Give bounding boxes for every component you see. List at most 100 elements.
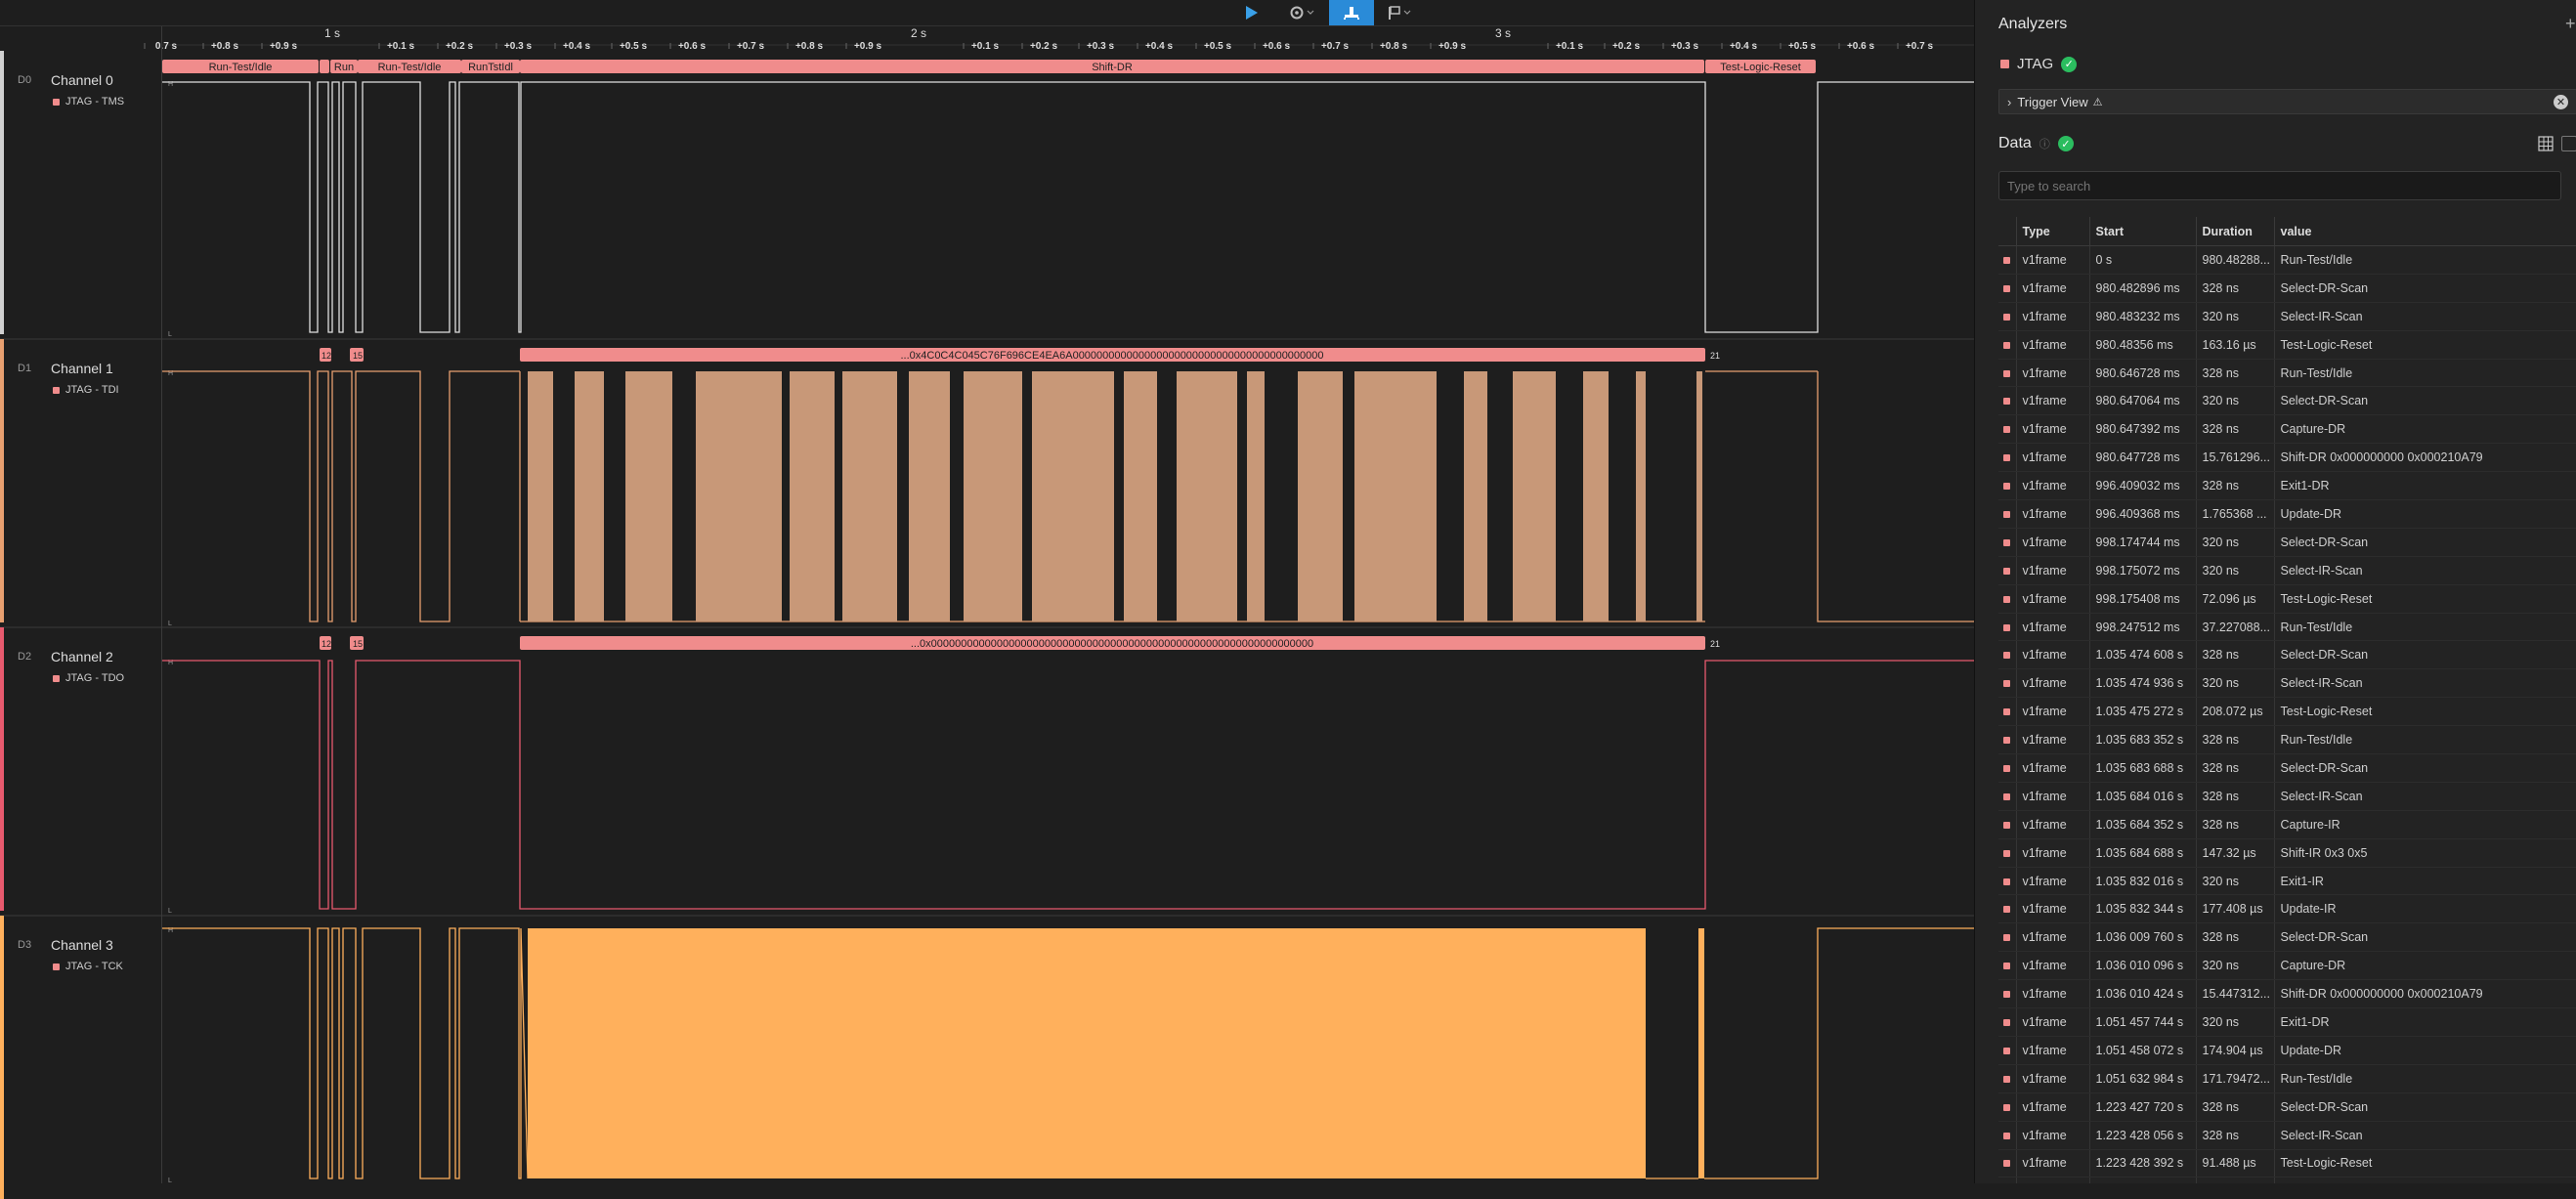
channel-name[interactable]: Channel 2 [51, 649, 113, 664]
table-row[interactable]: v1frame 1.036 010 424 s 15.447312... Shift-… [1998, 979, 2576, 1009]
waveform-view[interactable]: 1 s 2 s 3 s 0.7 s +0.8 s +0.9 s +0.1 s +0.2 s +0… [0, 0, 1974, 1199]
table-row[interactable]: v1frame 1.035 683 352 s 328 ns Run-Test/Idl… [1998, 725, 2576, 755]
table-row[interactable]: v1frame 1.035 683 688 s 328 ns Select-DR-Sc… [1998, 753, 2576, 783]
tdo_annotation-end-label: 21 [1710, 639, 1720, 649]
table-cell: 1.035 832 344 s [2089, 894, 2197, 924]
column-header[interactable]: Duration [2196, 217, 2275, 246]
channel-color-bar [0, 339, 4, 622]
table-cell: Run-Test/Idle [2274, 1064, 2576, 1093]
table-row[interactable]: v1frame 1.051 457 744 s 320 ns Exit1-DR [1998, 1007, 2576, 1037]
table-cell: Run-Test/Idle [2274, 613, 2576, 642]
table-row[interactable]: v1frame 980.647064 ms 320 ns Select-DR-Scan [1998, 386, 2576, 416]
tdo_annotation-small-label: 15 [353, 639, 363, 649]
analyzer-item-jtag[interactable]: JTAG ✓ [2000, 56, 2078, 72]
row-marker [1998, 1036, 2017, 1065]
table-row[interactable]: v1frame 1.035 684 016 s 328 ns Select-IR-Sc… [1998, 782, 2576, 811]
table-cell: 171.79472... [2196, 1064, 2275, 1093]
table-row[interactable]: v1frame 998.175072 ms 320 ns Select-IR-Scan [1998, 556, 2576, 585]
marker-button[interactable] [1380, 0, 1419, 25]
table-icon[interactable] [2538, 136, 2554, 151]
table-row[interactable]: v1frame 1.035 832 016 s 320 ns Exit1-IR [1998, 867, 2576, 896]
table-cell: 980.483232 ms [2089, 302, 2197, 331]
trigger-view-bar[interactable]: › Trigger View ⚠ ✕ [1998, 89, 2576, 114]
table-row[interactable]: v1frame 1.035 832 344 s 177.408 µs Update-I… [1998, 894, 2576, 924]
capture-mode-button[interactable] [1329, 0, 1374, 25]
label-column-divider [161, 25, 162, 1183]
table-row[interactable]: v1frame 998.175408 ms 72.096 µs Test-Logic-… [1998, 584, 2576, 614]
table-cell: 328 ns [2196, 753, 2275, 783]
warning-icon: ⚠ [2092, 96, 2103, 108]
table-row[interactable]: v1frame 980.647392 ms 328 ns Capture-DR [1998, 414, 2576, 445]
add-analyzer-button[interactable]: + [2565, 14, 2576, 34]
flag-icon [1389, 6, 1411, 20]
search-input[interactable] [1998, 171, 2561, 200]
table-row[interactable]: v1frame 1.036 010 096 s 320 ns Capture-DR [1998, 951, 2576, 981]
row-marker [1998, 613, 2017, 642]
table-cell: v1frame [2016, 838, 2090, 868]
row-marker [1998, 528, 2017, 557]
column-header[interactable]: value [2274, 217, 2576, 246]
table-cell: v1frame [2016, 386, 2090, 416]
table-cell: v1frame [2016, 867, 2090, 896]
analyzer-label-text: JTAG - TDO [65, 672, 125, 684]
table-row[interactable]: v1frame 0 s 980.48288... Run-Test/Idle [1998, 245, 2576, 275]
table-row[interactable]: v1frame 1.051 632 984 s 171.79472... Run-Te… [1998, 1064, 2576, 1093]
channel-name[interactable]: Channel 3 [51, 937, 113, 953]
table-row[interactable]: v1frame1.223 519 888 s100.39102...Run-Te… [1998, 1177, 2576, 1183]
ruler-minor-label: +0.6 s [1263, 41, 1291, 52]
terminal-icon[interactable] [2561, 136, 2576, 151]
analyzer-color-swatch [2000, 60, 2009, 68]
column-header[interactable]: Start [2089, 217, 2197, 246]
channel-name[interactable]: Channel 1 [51, 361, 113, 376]
table-cell: 72.096 µs [2196, 584, 2275, 614]
column-header[interactable]: Type [2016, 217, 2090, 246]
table-row[interactable]: v1frame 1.036 009 760 s 328 ns Select-DR-Sc… [1998, 922, 2576, 953]
level-low-label: L [168, 1178, 172, 1183]
tdi-data-burst [1354, 371, 1437, 621]
channel-name[interactable]: Channel 0 [51, 72, 113, 88]
ruler-minor-label: +0.2 s [1612, 41, 1641, 52]
table-cell: 1.223 428 392 s [2089, 1149, 2197, 1178]
table-cell: v1frame [2016, 1092, 2090, 1122]
table-row[interactable]: v1frame 980.646728 ms 328 ns Run-Test/Idle [1998, 359, 2576, 388]
row-marker [1998, 471, 2017, 501]
table-cell: Select-DR-Scan [2274, 640, 2576, 670]
table-cell: 980.48356 ms [2089, 330, 2197, 360]
ruler-minor-label: +0.2 s [446, 41, 474, 52]
table-row[interactable]: v1frame 1.223 428 056 s 328 ns Select-IR-Sc… [1998, 1121, 2576, 1150]
table-row[interactable]: v1frame 980.48356 ms 163.16 µs Test-Logic-R… [1998, 330, 2576, 360]
device-settings-button[interactable] [1282, 0, 1321, 25]
table-row[interactable]: v1frame 996.409032 ms 328 ns Exit1-DR [1998, 471, 2576, 501]
table-row[interactable]: v1frame 980.483232 ms 320 ns Select-IR-Scan [1998, 302, 2576, 331]
table-row[interactable]: v1frame 1.035 474 608 s 328 ns Select-DR-Sc… [1998, 640, 2576, 670]
table-row[interactable]: v1frame 1.035 684 352 s 328 ns Capture-IR [1998, 810, 2576, 839]
table-cell: 1.035 832 016 s [2089, 867, 2197, 896]
table-row[interactable]: v1frame 1.035 474 936 s 320 ns Select-IR-Sc… [1998, 668, 2576, 699]
table-row[interactable]: v1frame 998.174744 ms 320 ns Select-DR-Scan [1998, 528, 2576, 557]
table-cell: v1frame [2016, 274, 2090, 303]
gear-icon [1290, 6, 1314, 20]
table-cell: Shift-DR 0x000000000 0x000210A79 [2274, 979, 2576, 1009]
table-row[interactable]: v1frame 980.647728 ms 15.761296... Shift-DR… [1998, 443, 2576, 473]
table-row[interactable]: v1frame 996.409368 ms 1.765368 ... Update-D… [1998, 499, 2576, 529]
channel-analyzer-label: JTAG - TMS [53, 96, 124, 107]
table-row[interactable]: v1frame 980.482896 ms 328 ns Select-DR-Scan [1998, 274, 2576, 303]
play-button[interactable] [1237, 0, 1267, 25]
check-icon: ✓ [2057, 136, 2074, 151]
row-marker [1998, 302, 2017, 331]
table-cell: 1.036 009 760 s [2089, 922, 2197, 953]
table-row[interactable]: v1frame 998.247512 ms 37.227088... Run-Test… [1998, 613, 2576, 642]
table-cell: 1.035 474 936 s [2089, 668, 2197, 699]
table-row[interactable]: v1frame 1.035 475 272 s 208.072 µs Test-Log… [1998, 697, 2576, 727]
close-icon[interactable]: ✕ [2554, 94, 2568, 109]
table-cell: 1.051 458 072 s [2089, 1036, 2197, 1065]
analyzers-panel: Analyzers + JTAG ✓ › Trigger View ⚠ ✕ Da… [1974, 0, 2576, 1183]
tck-clock-burst [528, 928, 1646, 1178]
table-row[interactable]: v1frame 1.035 684 688 s 147.32 µs Shift-IR … [1998, 838, 2576, 868]
waveform-canvas[interactable]: 1 s 2 s 3 s 0.7 s +0.8 s +0.9 s +0.1 s +0.2 s +0… [0, 0, 1974, 1183]
table-row[interactable]: v1frame 1.223 427 720 s 328 ns Select-DR-Sc… [1998, 1092, 2576, 1122]
table-row[interactable]: v1frame 1.223 428 392 s 91.488 µs Test-Logi… [1998, 1149, 2576, 1178]
table-cell: 328 ns [2196, 1092, 2275, 1122]
table-cell: v1frame [2016, 697, 2090, 727]
table-row[interactable]: v1frame 1.051 458 072 s 174.904 µs Update-D… [1998, 1036, 2576, 1065]
